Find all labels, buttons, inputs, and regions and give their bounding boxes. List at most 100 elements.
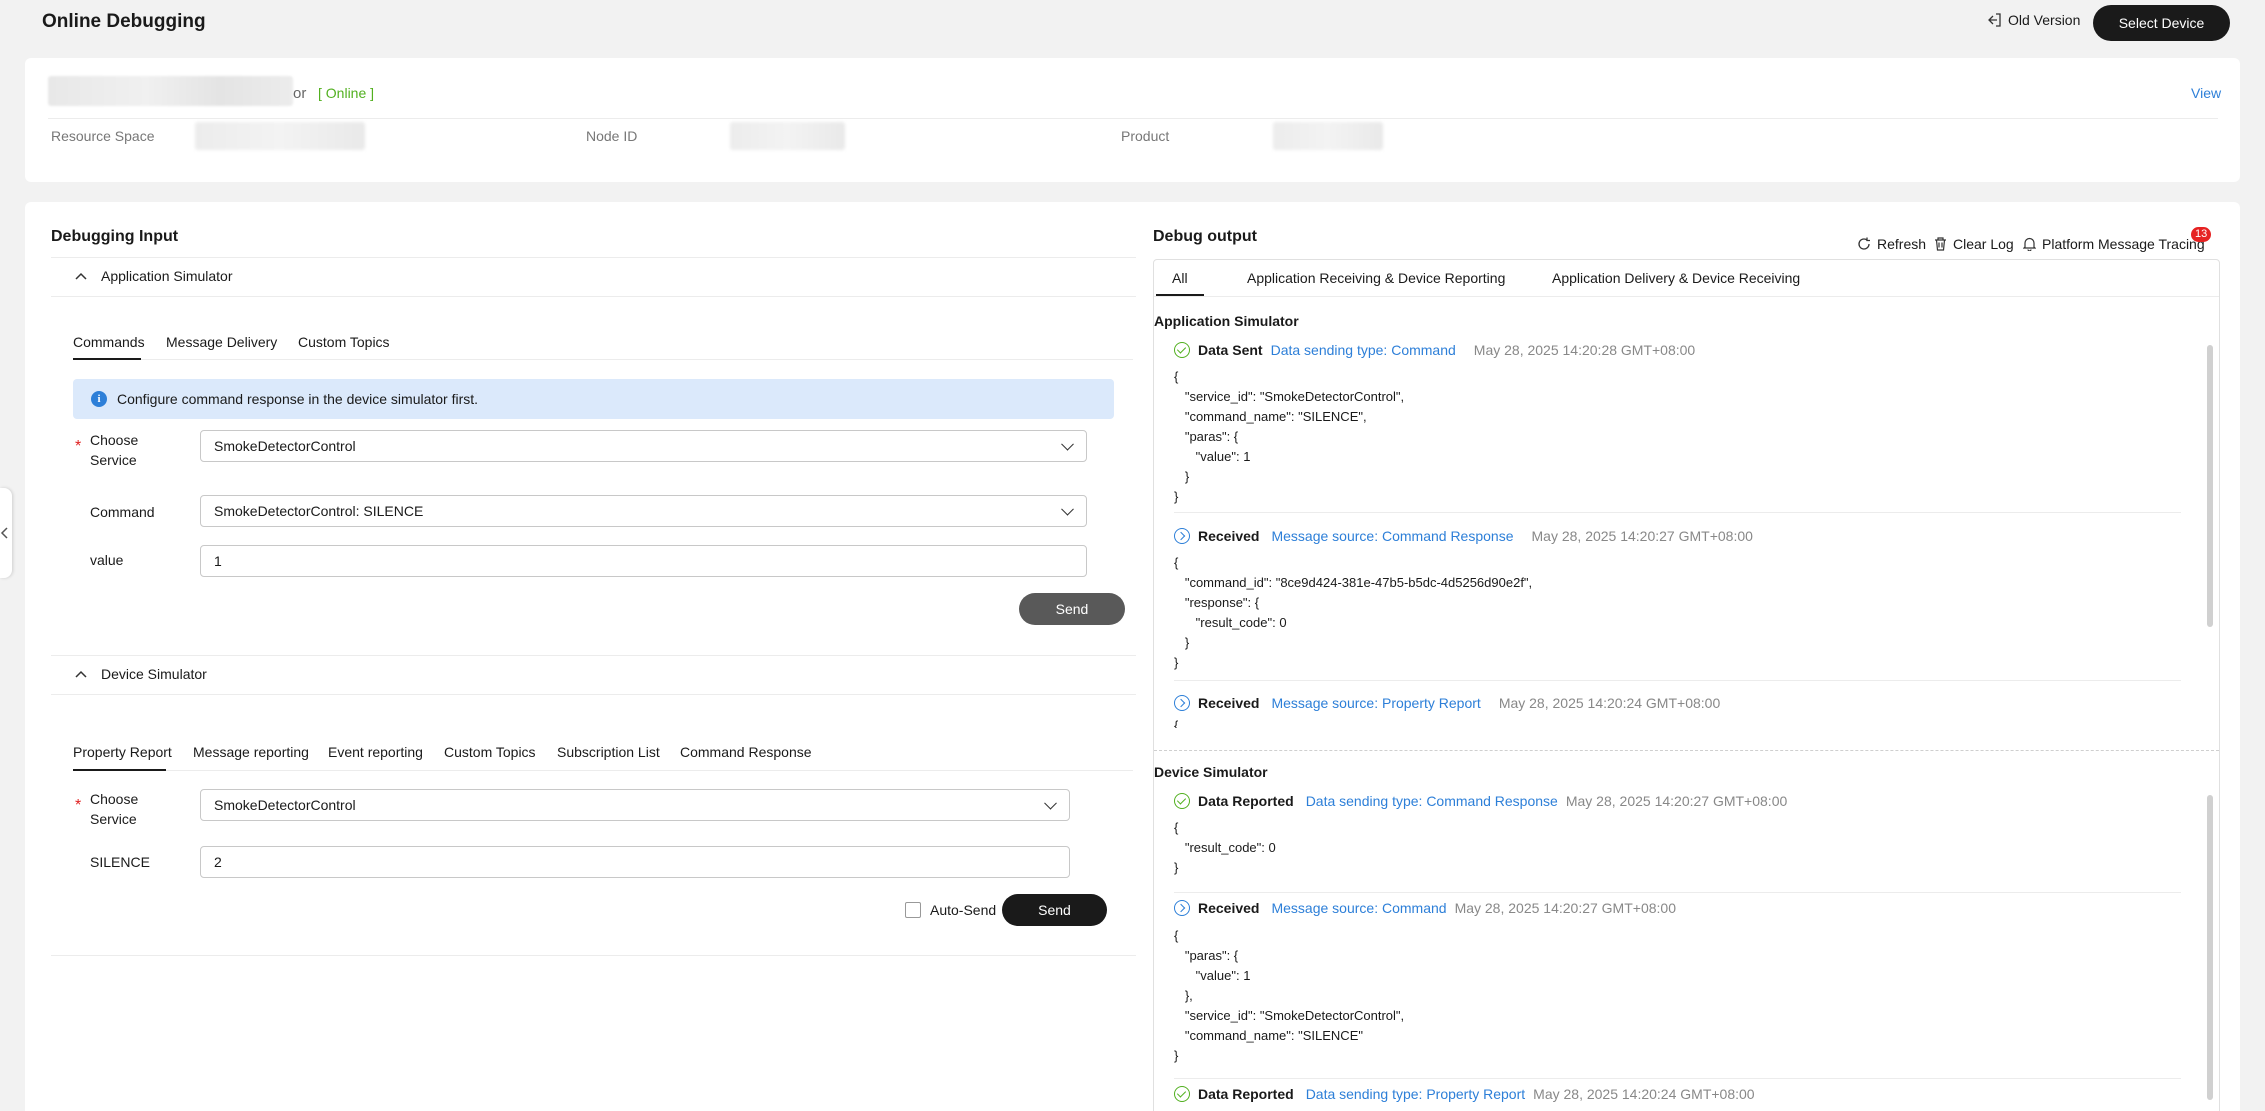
app-sim-collapse-header[interactable]: Application Simulator <box>75 268 233 284</box>
divider <box>1174 1078 2181 1079</box>
command-select[interactable]: SmokeDetectorControl: SILENCE <box>200 495 1087 527</box>
out-tab-app-delivery[interactable]: Application Delivery & Device Receiving <box>1552 270 1800 286</box>
info-banner: i Configure command response in the devi… <box>73 379 1114 419</box>
refresh-button[interactable]: Refresh <box>1857 236 1926 252</box>
collapse-handle[interactable] <box>0 488 12 578</box>
label-line-2: Service <box>90 452 137 468</box>
label-line-1: Choose <box>90 791 139 807</box>
view-link[interactable]: View <box>2191 85 2221 101</box>
service-select-value: SmokeDetectorControl <box>214 438 356 454</box>
device-name-tail: or <box>293 85 307 102</box>
tabs-divider <box>1154 296 2219 297</box>
product-value-redacted <box>1273 122 1383 150</box>
arrow-circle-icon <box>1174 900 1190 916</box>
device-info-card: or [ Online ] View Resource Space Node I… <box>25 58 2240 182</box>
log-body: { "command_id": "8ce9d424-381e-47b5-b5dc… <box>1174 555 1533 670</box>
service-select[interactable]: SmokeDetectorControl <box>200 430 1087 462</box>
active-tab-indicator <box>73 769 166 771</box>
log-entry-header: Data Reported Data sending type: Command… <box>1174 793 1787 809</box>
log-type: Data Sent <box>1198 342 1263 358</box>
value-input[interactable]: 1 <box>200 545 1087 577</box>
divider <box>48 118 2218 119</box>
product-label: Product <box>1121 128 1170 144</box>
tab-event-reporting[interactable]: Event reporting <box>328 744 423 760</box>
app-sim-header-label: Application Simulator <box>101 268 233 284</box>
silence-input-text: 2 <box>214 854 222 870</box>
dev-service-select-value: SmokeDetectorControl <box>214 797 356 813</box>
debug-output-title: Debug output <box>1153 228 1257 245</box>
exit-icon <box>1988 13 2001 27</box>
scrollbar[interactable] <box>2207 795 2213 1100</box>
page-title: Online Debugging <box>42 11 206 32</box>
select-device-button[interactable]: Select Device <box>2093 5 2230 41</box>
required-mark: * <box>75 438 82 455</box>
value-input-text: 1 <box>214 553 222 569</box>
divider <box>1174 680 2181 681</box>
tab-custom-topics[interactable]: Custom Topics <box>444 744 536 760</box>
dev-sim-collapse-header[interactable]: Device Simulator <box>75 666 207 682</box>
tabs-divider <box>73 770 1133 771</box>
log-body: { "service_id": "SmokeDetectorControl", … <box>1174 369 1405 504</box>
silence-input[interactable]: 2 <box>200 846 1070 878</box>
divider <box>51 694 1136 695</box>
auto-send-checkbox[interactable] <box>905 902 921 918</box>
node-id-label: Node ID <box>586 128 638 144</box>
log-type: Data Reported <box>1198 1086 1294 1102</box>
log-body: { "result_code": 0 } <box>1174 820 1276 875</box>
old-version-label: Old Version <box>2008 12 2081 28</box>
tab-custom-topics[interactable]: Custom Topics <box>298 334 390 350</box>
out-tab-all[interactable]: All <box>1172 270 1188 286</box>
log-type: Received <box>1198 528 1260 544</box>
out-app-sim-title: Application Simulator <box>1154 313 1299 329</box>
out-dev-sim-title: Device Simulator <box>1154 764 1268 780</box>
log-source-link[interactable]: Data sending type: Command <box>1271 342 1456 358</box>
divider <box>51 257 1136 258</box>
log-source-link[interactable]: Message source: Property Report <box>1271 695 1480 711</box>
out-tab-app-receiving[interactable]: Application Receiving & Device Reporting <box>1247 270 1505 286</box>
divider <box>51 296 1136 297</box>
tab-message-delivery[interactable]: Message Delivery <box>166 334 277 350</box>
chevron-down-icon <box>1044 796 1057 810</box>
section-divider <box>1154 750 2219 751</box>
log-type: Data Reported <box>1198 793 1294 809</box>
label-line-2: Service <box>90 811 137 827</box>
arrow-circle-icon <box>1174 528 1190 544</box>
divider <box>51 655 1136 656</box>
old-version-link[interactable]: Old Version <box>1988 12 2080 28</box>
platform-tracing-button[interactable]: Platform Message Tracing <box>2023 236 2205 252</box>
log-time: May 28, 2025 14:20:28 GMT+08:00 <box>1473 342 1696 358</box>
check-circle-icon <box>1174 342 1190 358</box>
log-source-link[interactable]: Data sending type: Command Response <box>1306 793 1558 809</box>
dev-send-button[interactable]: Send <box>1002 894 1107 926</box>
bell-icon <box>2023 237 2036 251</box>
log-source-link[interactable]: Data sending type: Property Report <box>1306 1086 1525 1102</box>
log-source-link[interactable]: Message source: Command <box>1271 900 1446 916</box>
tab-commands[interactable]: Commands <box>73 334 145 350</box>
refresh-icon <box>1858 237 1870 250</box>
log-entry-header: Data Sent Data sending type: Command May… <box>1174 342 1695 358</box>
info-icon: i <box>91 391 107 407</box>
trash-icon <box>1935 237 1946 251</box>
app-send-button[interactable]: Send <box>1019 593 1125 625</box>
tab-message-reporting[interactable]: Message reporting <box>193 744 309 760</box>
tab-command-response[interactable]: Command Response <box>680 744 812 760</box>
required-mark: * <box>75 797 82 814</box>
auto-send-label: Auto-Send <box>930 902 997 918</box>
info-text: Configure command response in the device… <box>117 391 479 407</box>
debugging-input-title: Debugging Input <box>51 228 179 245</box>
tab-property-report[interactable]: Property Report <box>73 744 172 760</box>
log-source-link[interactable]: Message source: Command Response <box>1271 528 1513 544</box>
scrollbar[interactable] <box>2207 345 2213 627</box>
choose-service-label: Choose Service <box>90 430 138 470</box>
chevron-up-icon <box>75 272 87 280</box>
dev-service-select[interactable]: SmokeDetectorControl <box>200 789 1070 821</box>
clear-log-button[interactable]: Clear Log <box>1934 236 2014 252</box>
tab-subscription-list[interactable]: Subscription List <box>557 744 660 760</box>
log-body: { <box>1174 718 1179 728</box>
arrow-circle-icon <box>1174 695 1190 711</box>
log-entry-header: Data Reported Data sending type: Propert… <box>1174 1086 1755 1102</box>
log-time: May 28, 2025 14:20:27 GMT+08:00 <box>1454 900 1676 916</box>
log-time: May 28, 2025 14:20:24 GMT+08:00 <box>1498 695 1721 711</box>
active-tab-indicator <box>73 358 141 360</box>
log-type: Received <box>1198 900 1260 916</box>
